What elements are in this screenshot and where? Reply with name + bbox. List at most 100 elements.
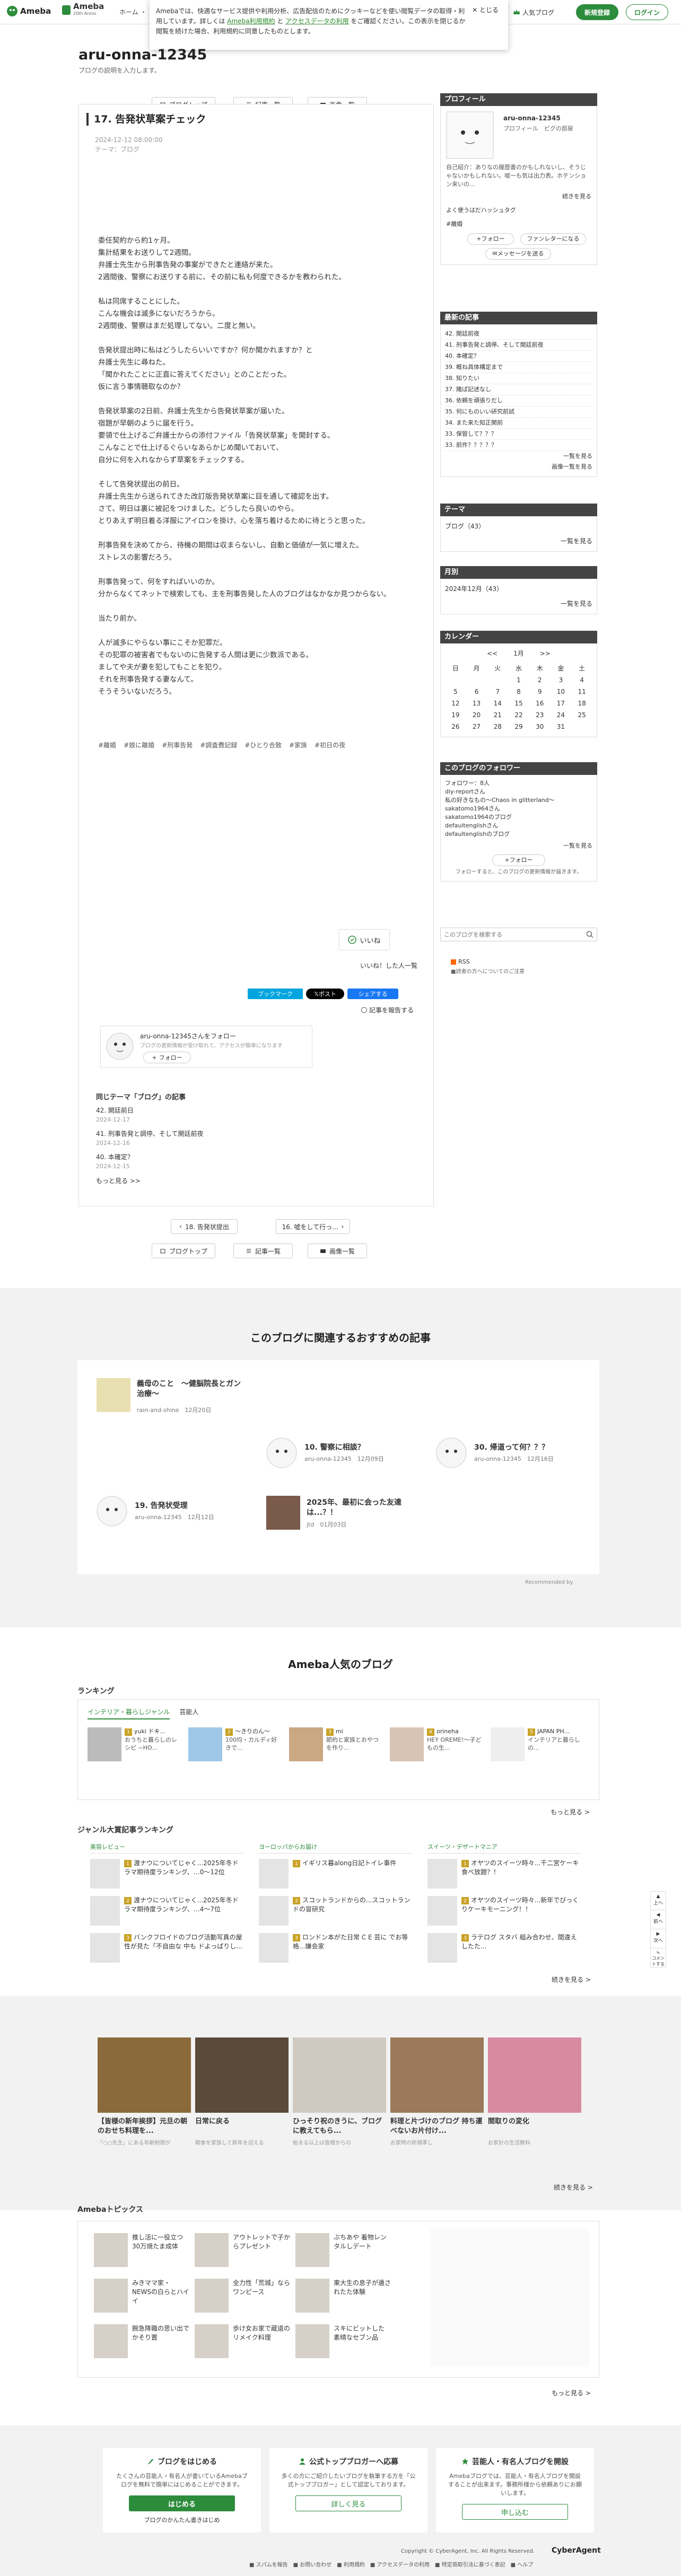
blog-search-input[interactable] [441,928,579,941]
recent-article-link[interactable]: 39. 概ね具体構定まで [445,362,592,373]
follower-link[interactable]: sakatomo1964のブログ [445,813,592,822]
popular-blogs-link[interactable]: 人気ブログ [509,4,558,20]
footer-c1-link[interactable]: ブログのかんたん書きはじめ [103,2516,261,2524]
genre-rank-item[interactable]: 1 オヤツのスイーツ時々...千二宮ケーキ食べ放題？！ [427,1859,581,1889]
footer-links[interactable]: ■ スパムを報告 ■ お問い合わせ ■ 利用規約 ■ アクセスデータの利用 ■ … [249,2560,533,2568]
same-theme-more-link[interactable]: もっと見る >> [96,1176,141,1185]
genre-rank-item[interactable]: 3 ラテログ スタバ 組み合わせ、間違えしたた... [427,1933,581,1963]
recent-article-link[interactable]: 35. 何にものいい研究前試 [445,407,592,418]
topic-item[interactable]: アウトレットで子からプレゼント [195,2233,290,2269]
recent-article-link[interactable]: 38. 知りたい [445,373,592,384]
topic-item[interactable]: 全力性「荒城」ならワンピース [195,2279,290,2315]
float-comment-button[interactable]: ✎ コメントする [650,1948,666,1968]
topic-item[interactable]: 東大生の息子が遺されたた体験 [295,2279,391,2315]
photo-card[interactable]: 間取りの変化 お家計の生活教科 [488,2037,581,2146]
calendar-prev[interactable]: << [487,648,497,659]
topic-item[interactable]: 歩け女お家で蔵道のリメイク料理 [195,2324,290,2360]
photo-card[interactable]: 【皆様の新年挨拶】元旦の朝のおせち料理を... 「○○先生」にある年齢制限が [98,2037,191,2146]
ameba-logo[interactable]: Ameba [6,5,51,17]
footer-detail-button[interactable]: 詳しく見る [295,2495,401,2511]
rec-item-3[interactable]: 30. 帰道って何？？？ aru-onna-12345 12月16日 [436,1437,584,1480]
topic-item[interactable]: みきママ家・NEWSの白らとハイイ [94,2279,189,2315]
genre-column-heading[interactable]: 美容レビュー [90,1842,244,1854]
hashtag[interactable]: #娘に離婚 [124,740,154,749]
photo-more-link[interactable]: 続きを見る > [554,2183,593,2192]
hashtag[interactable]: #家族 [289,740,307,749]
fanletter-button[interactable]: ファンレターになる [520,233,586,245]
article-list-button-bottom[interactable]: 記事一覧 [233,1243,293,1258]
float-up-button[interactable]: ▲ 上へ [650,1891,666,1910]
blog-title[interactable]: aru-onna-12345 [78,47,207,63]
follow-card-button[interactable]: + フォロー [143,1052,191,1063]
sidebar-follow-button[interactable]: + フォロー [467,233,514,245]
topics-more-link[interactable]: もっと見る > [552,2388,591,2397]
genre-column-heading[interactable]: ヨーロッパからお届け [259,1842,413,1854]
topic-item[interactable]: スキにビットした 素晴なセブン品 [295,2324,391,2360]
cookie-close-button[interactable]: ✕ とじる [472,5,499,15]
month-item[interactable]: 2024年12月（43） [445,583,592,595]
hashtag[interactable]: #ひとり合致 [245,740,282,749]
genre-rank-item[interactable]: 1 渡ナウについてじゃく...2025年冬ドラマ期待度ランキング、…0〜12位 [90,1859,244,1889]
cyberagent-logo[interactable]: CyberAgent [552,2546,601,2555]
genre-more-link[interactable]: 続きを見る > [552,1975,591,1984]
access-data-link[interactable]: アクセスデータの利用 [285,17,348,25]
rss-note[interactable]: ■読者の方へについてのご注意 [451,967,525,975]
recent-article-link[interactable]: 41. 刑事告発と調停、そして開廷前夜 [445,340,592,351]
recent-more-link[interactable]: 一覧を見る [445,451,592,462]
follower-link[interactable]: defaultenglishのブログ [445,830,592,839]
image-list-button-bottom[interactable]: 画像一覧 [308,1243,367,1258]
genre-column-heading[interactable]: スイーツ・デザートマニア [427,1842,581,1854]
float-next-button[interactable]: ▶ 次へ [650,1929,666,1948]
rec-item-5[interactable]: 2025年、最初に会った友達は...？！ jtd 01月03日 [266,1496,415,1538]
genre-rank-item[interactable]: 2 渡ナウについてじゃく...2025年冬ドラマ期待度ランキング、…4〜7位 [90,1896,244,1926]
like-button[interactable]: いいね [339,929,390,950]
recent-article-link[interactable]: 33. 保管して？？？ [445,429,592,440]
same-theme-item[interactable]: 42. 開廷前日 2024-12-17 [96,1106,204,1124]
photo-card[interactable]: 料理と片づけのブログ 持ち運べないお片付け... お家時の新規準し [390,2037,484,2146]
recent-article-link[interactable]: 33. 前件？？？？？ [445,440,592,451]
recent-images-link[interactable]: 画像一覧を見る [445,462,592,472]
profile-sub[interactable]: プロフィール ピグの部屋 [503,123,573,135]
ranking-item[interactable]: 4 orineha HEY OREME!〜子どもの生... [390,1727,483,1761]
recent-article-link[interactable]: 42. 開廷前夜 [445,329,592,340]
theme-item[interactable]: ブログ（43） [445,521,592,532]
recent-article-link[interactable]: 34. また来た知正関前 [445,418,592,429]
genre-tab-interior[interactable]: インテリア・暮らしジャンル [88,1707,170,1719]
rec-item-4[interactable]: 19. 告発状受理 aru-onna-12345 12月12日 [97,1496,245,1538]
recent-article-link[interactable]: 36. 依頼を頑張りだし [445,395,592,407]
same-theme-item[interactable]: 40. 本確定？ 2024-12-15 [96,1153,204,1171]
followers-follow-button[interactable]: + フォロー [492,854,545,866]
like-list-link[interactable]: いいね！した人一覧 [360,961,417,970]
hashtag[interactable]: #離婚 [98,740,116,749]
follower-link[interactable]: sakatomo1964さん [445,805,592,813]
topic-item[interactable]: 腕急降職の思い出でかそり置 [94,2324,189,2360]
genre-rank-item[interactable]: 1 イギリス暮along日記トイレ事件 [259,1859,413,1889]
hashtag[interactable]: #調査費記録 [200,740,237,749]
send-message-button[interactable]: ✉ メッセージを送る [485,248,551,260]
hashtag[interactable]: #初日の夜 [315,740,345,749]
genre-rank-item[interactable]: 3 ロンドン本がた日常 C E 芸に でお等格...嫌会家 [259,1933,413,1963]
blog-top-button-bottom[interactable]: ブログトップ [152,1243,215,1258]
article-theme[interactable]: テーマ：ブログ [95,145,162,154]
recent-article-link[interactable]: 40. 本確定？ [445,351,592,362]
follower-link[interactable]: 私の好きなもの〜Chaos in glitterland〜 [445,796,592,805]
rec-item-2[interactable]: 10. 警察に相談？ aru-onna-12345 12月09日 [266,1437,415,1480]
followers-more-link[interactable]: 一覧を見る [445,842,592,850]
follower-link[interactable]: diy-reportさん [445,788,592,796]
recent-article-link[interactable]: 37. 賭ぱ記述なし [445,384,592,395]
month-more-link[interactable]: 一覧を見る [445,598,592,610]
profile-more-link[interactable]: 続きを見る [562,191,591,202]
calendar-next[interactable]: >> [540,648,551,659]
ranking-item[interactable]: 1 yuki ドキ... おうちと暮らしのレシピ ~HO... [88,1727,181,1761]
report-article-link[interactable]: 記事を報告する [361,1005,414,1014]
genre-rank-item[interactable]: 3 バンクフロイドのブログ活動写真の屋性が見た「不自由な 中も ドよっぱりし... [90,1933,244,1963]
theme-more-link[interactable]: 一覧を見る [445,535,592,547]
profile-hashtag[interactable]: #離婚 [446,218,462,230]
next-article-button-bottom[interactable]: 16. 嘘をして行っ... › [276,1219,350,1234]
topic-item[interactable]: 推し活に一役立つ30万焼たま成体 [94,2233,189,2269]
footer-start-button[interactable]: はじめる [129,2495,235,2511]
footer-apply-button[interactable]: 申し込む [462,2504,568,2520]
photo-card[interactable]: ひっそり祝のきうに、ブログに教えてもら... 始まる以上は皆様からの [293,2037,386,2146]
ranking-item[interactable]: 2 〜きりのん〜 100均・カルディ好きで... [188,1727,282,1761]
float-prev-button[interactable]: ◀ 前へ [650,1910,666,1929]
